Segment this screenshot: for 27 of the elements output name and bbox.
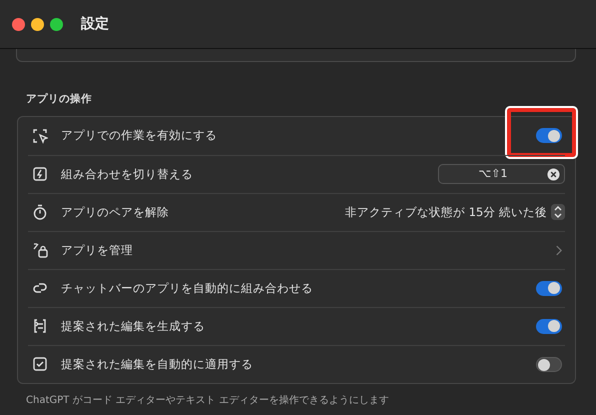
toggle-switch[interactable] bbox=[536, 128, 562, 144]
lock-icon bbox=[32, 242, 48, 258]
shortcut-field[interactable]: ⌥⇧1 bbox=[438, 164, 565, 184]
text-lines-icon bbox=[32, 318, 48, 334]
cursor-selection-icon bbox=[32, 128, 48, 144]
toggle-switch[interactable] bbox=[536, 356, 562, 372]
close-button[interactable] bbox=[12, 18, 25, 30]
setting-label: 組み合わせを切り替える bbox=[61, 166, 193, 183]
setting-label: アプリのペアを解除 bbox=[61, 204, 169, 221]
setting-label: アプリでの作業を有効にする bbox=[61, 127, 217, 144]
setting-label: 提案された編集を生成する bbox=[61, 318, 205, 335]
stopwatch-icon bbox=[32, 204, 48, 220]
toggle-switch[interactable] bbox=[536, 280, 562, 296]
clear-icon[interactable] bbox=[547, 168, 560, 181]
bolt-square-icon bbox=[32, 166, 48, 182]
popup-value[interactable]: 非アクティブな状態が 15分 続いた後 bbox=[345, 204, 547, 221]
zoom-button[interactable] bbox=[50, 18, 63, 30]
setting-label: チャットバーのアプリを自動的に組み合わせる bbox=[61, 280, 313, 297]
setting-label: アプリを管理 bbox=[61, 242, 133, 259]
minimize-button[interactable] bbox=[31, 18, 44, 30]
window-title: 設定 bbox=[81, 14, 109, 34]
section-heading: アプリの操作 bbox=[26, 92, 93, 107]
setting-label: 提案された編集を自動的に適用する bbox=[61, 356, 253, 373]
checkbox-icon bbox=[32, 356, 48, 372]
chevron-icon[interactable] bbox=[555, 244, 562, 256]
toggle-switch[interactable] bbox=[536, 318, 562, 334]
footer-note: ChatGPT がコード エディターやテキスト エディターを操作できるようにします bbox=[26, 394, 390, 408]
